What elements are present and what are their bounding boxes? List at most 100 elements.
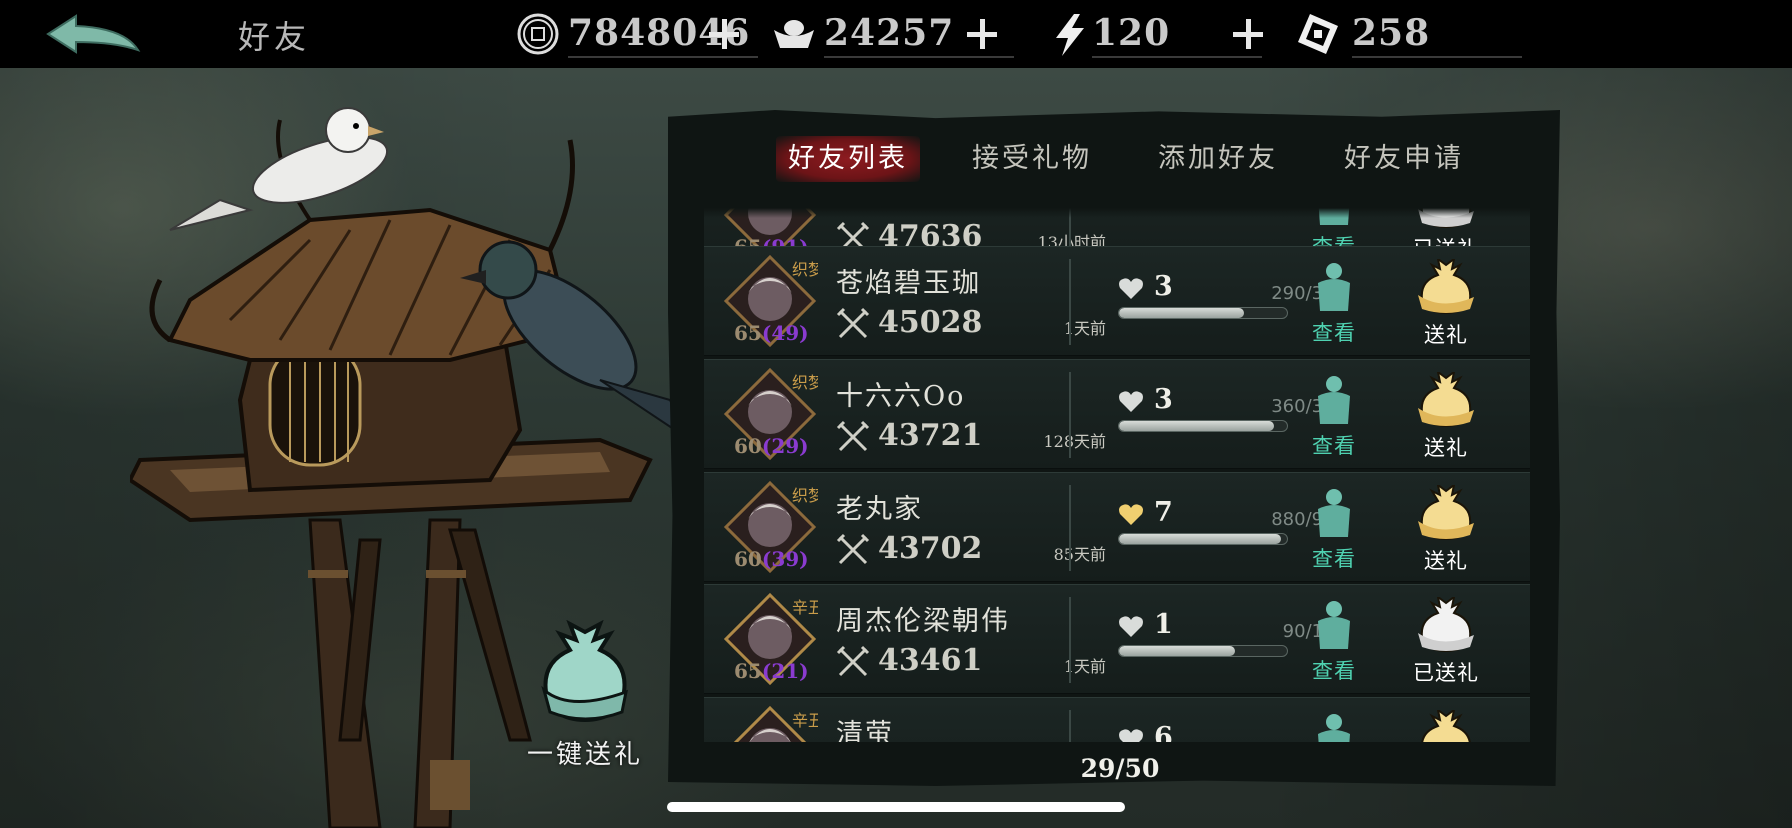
friend-row[interactable]: 织梦 60(39) 老丸家 43702 85天前 7 880/910 查看 送礼 [704,472,1530,582]
crossed-swords-icon [836,533,870,565]
crossed-swords-icon [836,645,870,677]
power-value: 43702 [878,531,983,566]
intimacy-bar-fill [1119,421,1275,431]
heart-count: 3 [1154,271,1173,302]
heart-count: 6 [1154,722,1173,742]
power-value: 43461 [878,643,983,678]
gift-bag-icon [1418,369,1474,428]
top-bar: 好友 7848046 24257 120 258 [0,0,1792,68]
gift-bag-icon [1418,256,1474,315]
figure-icon [1318,263,1350,311]
heart-icon [1119,729,1143,742]
heart-icon [1119,391,1143,412]
view-label: 查看 [1312,659,1356,683]
send-gift-button[interactable] [1404,707,1488,742]
view-label: 查看 [1312,434,1356,458]
intimacy-bar-fill [1119,534,1282,544]
gift-bag-icon [541,619,628,723]
svg-text:织梦: 织梦 [792,486,818,505]
send-gift-button[interactable]: 送礼 [1404,482,1488,573]
svg-text:辛丑: 辛丑 [792,711,818,730]
friend-row[interactable]: 织梦 60(29) 十六六Oo 43721 128天前 3 360/390 查看 [704,359,1530,469]
friend-list[interactable]: 65(91) 47636 13小时前 查看 已送礼 [704,208,1530,742]
add-ingot-button[interactable] [964,16,1000,52]
send-gift-button[interactable]: 送礼 [1404,256,1488,347]
row-divider [1069,710,1071,742]
avatar[interactable]: 辛丑 [722,704,824,742]
level-label: 60(39) [734,547,809,571]
energy-value: 120 [1092,12,1171,54]
ticket-icon [1298,14,1338,54]
row-divider [1069,259,1071,345]
friend-count: 29/50 [1080,754,1160,783]
intimacy-bar [1118,533,1288,545]
home-indicator[interactable] [667,802,1125,812]
tab-bar: 好友列表 接受礼物 添加好友 好友申请 [668,128,1560,192]
back-arrow-icon[interactable] [44,10,144,60]
friend-row[interactable]: 辛丑 () 清萤 6 [704,697,1530,742]
page-title: 好友 [238,18,311,56]
send-gift-button[interactable]: 已送礼 [1404,594,1488,685]
lightning-icon [1056,14,1084,56]
svg-text:辛丑年: 辛丑年 [792,598,818,617]
silver-ingot-icon [774,20,814,48]
level-label: 65(21) [734,659,809,683]
tab-add-friend[interactable]: 添加好友 [1146,136,1290,182]
power-value: 45028 [878,305,983,340]
gift-all-label: 一键送礼 [526,740,643,770]
gift-bag-icon [1418,594,1474,653]
tab-friend-requests[interactable]: 好友申请 [1332,136,1476,182]
figure-icon [1318,601,1350,649]
gift-bag-icon [1418,482,1474,541]
tab-receive-gifts[interactable]: 接受礼物 [960,136,1104,182]
friend-row[interactable]: 织梦 65(49) 苍焰碧玉珈 45028 1天前 3 290/390 查看 送… [704,246,1530,356]
row-divider [1069,485,1071,571]
row-divider [1069,372,1071,458]
gift-label: 已送礼 [1413,661,1479,685]
heart-icon [1119,278,1143,299]
ticket-value: 258 [1352,12,1431,54]
coin-icon [517,13,559,55]
intimacy-bar [1118,420,1288,432]
view-label: 查看 [1312,321,1356,345]
level-label: 60(29) [734,434,809,458]
svg-text:织梦: 织梦 [792,373,818,392]
gift-label: 送礼 [1424,323,1468,347]
crossed-swords-icon [836,307,870,339]
friend-name: 十六六Oo [836,381,966,412]
last-online: 128天前 [1043,432,1106,451]
view-profile-button[interactable]: 查看 [1304,487,1364,573]
intimacy-bar [1118,307,1288,319]
ingot-value: 24257 [824,12,955,54]
intimacy-bar-fill [1119,308,1244,318]
gift-label: 送礼 [1424,549,1468,573]
view-profile-button[interactable]: 查看 [1304,599,1364,685]
level-label: 65(49) [734,321,809,345]
row-divider [1069,597,1071,683]
friend-name: 清萤 [836,719,894,742]
heart-count: 3 [1154,384,1173,415]
friend-name: 苍焰碧玉珈 [836,268,981,299]
add-coin-button[interactable] [706,16,742,52]
friend-name: 周杰伦梁朝伟 [836,606,1010,637]
heart-icon [1119,504,1143,525]
add-energy-button[interactable] [1230,16,1266,52]
send-gift-button[interactable]: 送礼 [1404,369,1488,460]
intimacy-bar [1118,645,1288,657]
friend-name: 老丸家 [836,494,923,525]
gift-label: 送礼 [1424,436,1468,460]
view-label: 查看 [1312,547,1356,571]
svg-text:织梦: 织梦 [792,260,818,279]
view-profile-button[interactable]: 查看 [1304,261,1364,347]
tab-friend-list[interactable]: 好友列表 [776,136,920,182]
power-value: 43721 [878,418,983,453]
heart-count: 1 [1154,609,1173,640]
intimacy-bar-fill [1119,646,1236,656]
gift-bag-icon [1421,707,1471,742]
figure-icon [1318,489,1350,537]
friend-row[interactable]: 辛丑年 65(21) 周杰伦梁朝伟 43461 1天前 1 90/130 查看 [704,584,1530,694]
view-profile-button[interactable] [1304,712,1364,742]
view-profile-button[interactable]: 查看 [1304,374,1364,460]
gift-all-button[interactable]: 一键送礼 [520,619,650,771]
figure-icon [1318,376,1350,424]
